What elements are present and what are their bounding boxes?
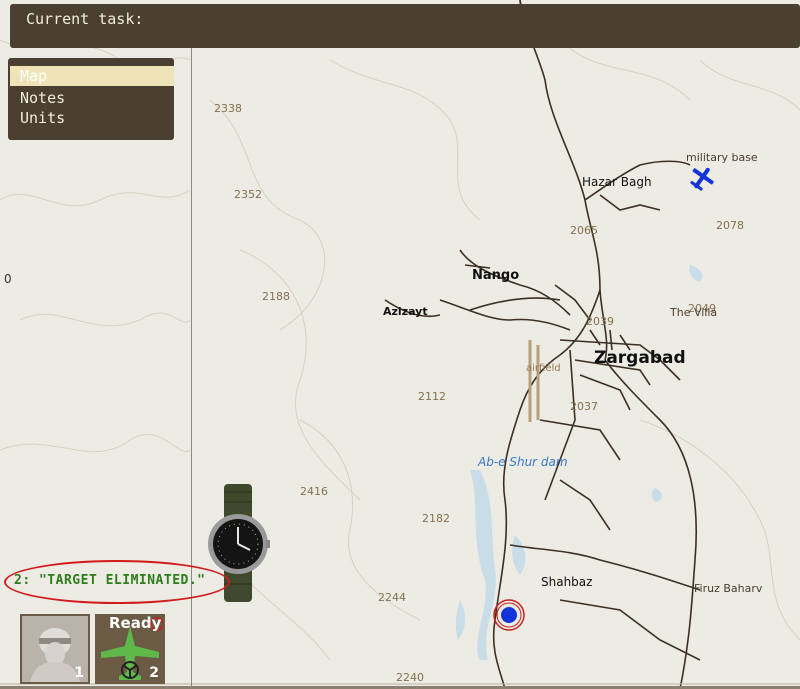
town-label-zargabad: Zargabad (594, 348, 686, 368)
task-bar: Current task: (10, 4, 800, 48)
unit-card-2[interactable]: Ready 2 (95, 614, 165, 684)
place-label-the-villa: The Villa (670, 306, 718, 319)
town-label-nango: Nango (472, 268, 520, 283)
grid-label: 2240 (396, 671, 424, 684)
menu-item-map[interactable]: Map (10, 66, 174, 86)
place-label-airfield: airfield (526, 363, 561, 374)
plane-icon[interactable] (688, 164, 716, 192)
water-label-ab-e-shur-dam: Ab-e Shur dam (478, 455, 568, 469)
grid-label: 2037 (570, 400, 598, 413)
town-label-shahbaz: Shahbaz (541, 575, 593, 589)
grid-label: 2078 (716, 219, 744, 232)
grid-label: 2352 (234, 188, 262, 201)
unit-card-1[interactable]: 1 (20, 614, 90, 684)
grid-label: 2182 (422, 512, 450, 525)
town-label-azizayt: Azizayt (383, 305, 428, 318)
chat-message-text: 2: "TARGET ELIMINATED." (14, 573, 206, 588)
grid-label: 2338 (214, 102, 242, 115)
chat-message: 2: "TARGET ELIMINATED." (4, 560, 230, 604)
unit-number: 2 (149, 665, 159, 681)
grid-label: 2188 (262, 290, 290, 303)
grid-label: 0 (4, 272, 12, 286)
menu-item-notes[interactable]: Notes (10, 88, 174, 108)
grid-label: 2065 (570, 224, 598, 237)
place-label-firuz-baharv: Firuz Baharv (694, 582, 763, 595)
grid-label: 2416 (300, 485, 328, 498)
unit-status-label: Ready (109, 614, 162, 632)
grid-label: 2039 (586, 315, 614, 328)
current-task-label: Current task: (26, 10, 144, 28)
grid-label: 2244 (378, 591, 406, 604)
town-label-hazar-bagh: Hazar Bagh (582, 175, 652, 189)
player-marker-icon[interactable] (492, 598, 526, 632)
menu-item-units[interactable]: Units (10, 108, 174, 128)
unit-number: 1 (74, 665, 84, 681)
place-label-military-base: military base (686, 151, 758, 164)
grid-label: 2112 (418, 390, 446, 403)
briefing-menu: Map Notes Units (8, 58, 174, 140)
